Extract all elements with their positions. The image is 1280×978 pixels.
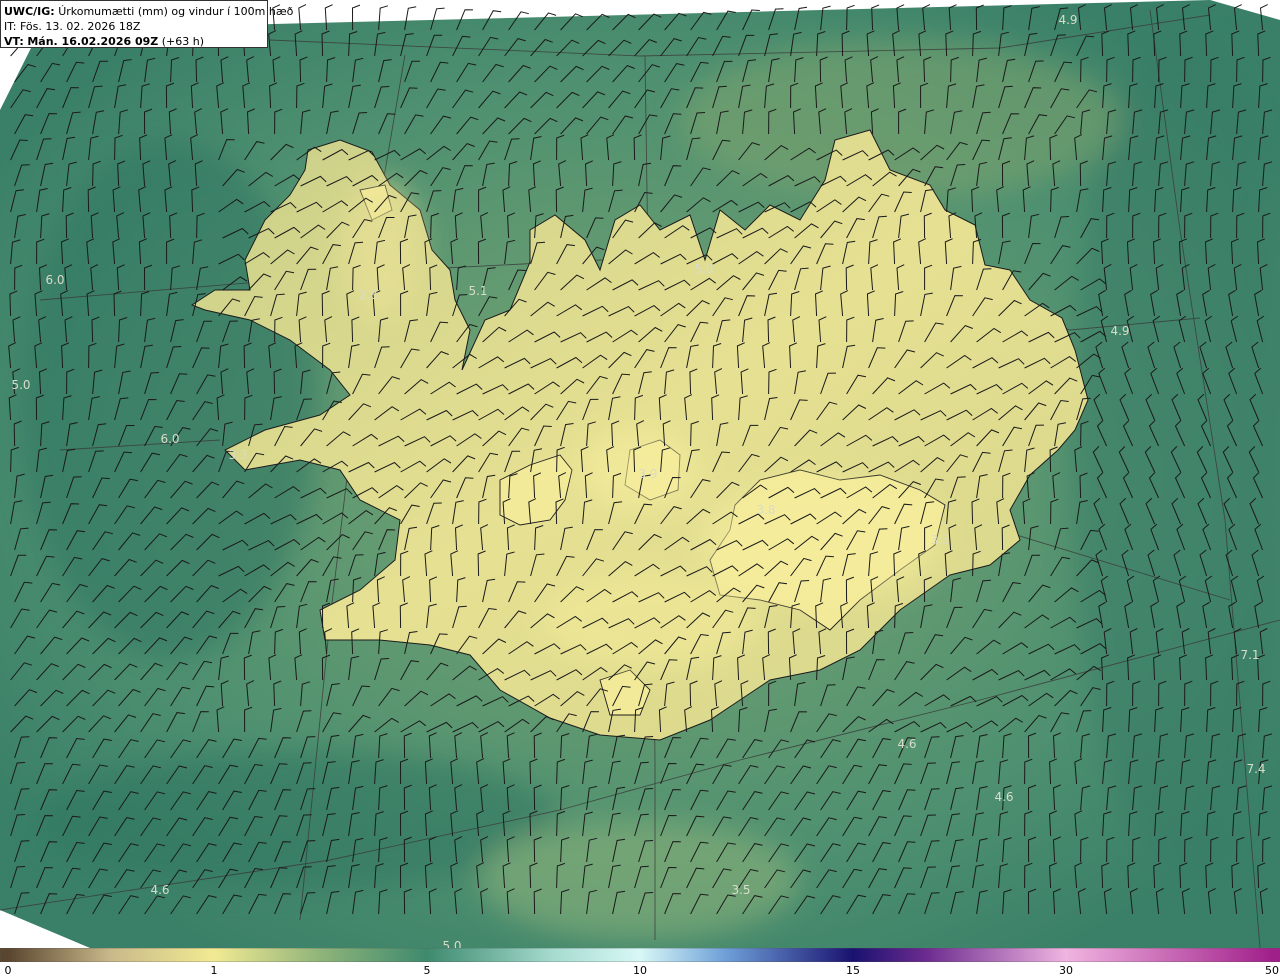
colorbar-tick-label: 30 <box>1059 964 1073 977</box>
title-row: UWC/IG: Úrkomumætti (mm) og vindur í 100… <box>4 4 293 19</box>
initial-time-row: IT: Fös. 13. 02. 2026 18Z <box>4 19 267 34</box>
colorbar-tick-label: 15 <box>846 964 860 977</box>
value-label: 5.0 <box>11 378 31 392</box>
value-label: 5.0 <box>694 262 714 276</box>
vt-prefix: VT: <box>4 35 24 48</box>
value-label: 3.8 <box>756 503 776 517</box>
header-info-box: UWC/IG: Úrkomumætti (mm) og vindur í 100… <box>0 0 293 49</box>
colorbar-tick-label: 1 <box>210 964 218 977</box>
it-prefix: IT: <box>4 20 17 33</box>
colorbar-tick-label: 50 <box>1265 964 1279 977</box>
value-label: 4.6 <box>897 737 917 751</box>
value-label: 3.5 <box>731 883 751 897</box>
value-label: 2.8 <box>358 288 378 302</box>
value-label: 6.0 <box>45 273 65 287</box>
colorbar-tick-label: 5 <box>423 964 431 977</box>
value-label: 6.0 <box>160 432 180 446</box>
colorbar-tick-label: 10 <box>633 964 647 977</box>
value-label: 3.3 <box>930 533 950 547</box>
value-label: 4.6 <box>150 883 170 897</box>
value-label: 3.9 <box>638 467 658 481</box>
vt-lead: (+63 h) <box>161 35 205 48</box>
value-label: 4.9 <box>1058 13 1078 27</box>
value-label: 4.6 <box>994 790 1014 804</box>
precip-colorbar <box>0 948 1280 962</box>
model-label: UWC/IG: <box>4 5 55 18</box>
value-label: 3.3 <box>228 448 248 462</box>
value-label: 4.9 <box>1110 324 1130 338</box>
valid-time-row: VT: Mán. 16.02.2026 09Z (+63 h) <box>4 34 267 49</box>
it-value: Fös. 13. 02. 2026 18Z <box>19 20 141 33</box>
value-label: 7.1 <box>1240 648 1260 662</box>
value-label: 5.1 <box>468 284 488 298</box>
colorbar-tick-label: 0 <box>4 964 12 977</box>
field-label: Úrkomumætti (mm) og vindur í 100m hæð <box>58 5 294 18</box>
vt-value: Mán. 16.02.2026 09Z <box>27 35 159 48</box>
value-label: 7.4 <box>1246 762 1266 776</box>
